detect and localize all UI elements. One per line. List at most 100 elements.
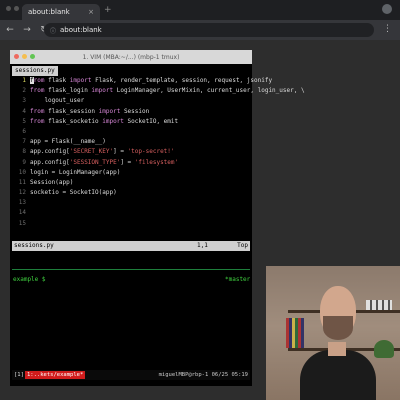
code-line[interactable]: 13: [12, 198, 250, 208]
text-cursor: f: [30, 77, 34, 84]
code-editor[interactable]: 1 from flask import Flask, render_templat…: [12, 76, 305, 240]
code-token: socketio = SocketIO(app): [30, 189, 117, 197]
line-number: 1: [22, 77, 26, 84]
tmux-session-label[interactable]: 1:..kets/example*: [25, 371, 86, 379]
person-shirt: [300, 350, 376, 400]
line-number: 8: [22, 148, 26, 156]
code-line[interactable]: 12 socketio = SocketIO(app): [12, 188, 250, 198]
line-number: 3: [22, 97, 26, 105]
code-token: Flask, render_template, session, request…: [91, 77, 273, 84]
code-token: app.config[: [30, 158, 70, 166]
code-line[interactable]: 11 Session(app): [12, 178, 250, 188]
person-neck: [328, 342, 346, 356]
code-line[interactable]: 10 login = LoginManager(app): [12, 168, 250, 178]
code-token: LoginManager, UserMixin, current_user, l…: [113, 87, 305, 95]
code-line[interactable]: 3 logout_user: [12, 96, 250, 106]
line-number: 9: [22, 158, 26, 166]
code-token: import: [69, 77, 92, 84]
tmux-pane-divider: [12, 269, 250, 270]
code-token: SocketIO, emit: [123, 117, 179, 125]
code-token: Session: [120, 107, 150, 115]
tmux-host-clock: miguelMBP@rbp-1 06/25 05:19: [159, 370, 248, 380]
tmux-right-text: miguelMBP@rbp-1 06/25 05:19: [158, 372, 248, 378]
code-token: from: [30, 77, 45, 84]
close-tab-icon[interactable]: ×: [88, 8, 94, 16]
code-token: app = Flask(__name__): [30, 138, 106, 146]
profile-icon[interactable]: [382, 4, 392, 14]
code-token: from: [30, 117, 45, 125]
line-number: 13: [18, 199, 26, 207]
code-token: 'SESSION_TYPE': [69, 158, 121, 166]
close-window-icon[interactable]: [14, 54, 19, 59]
line-number: 11: [18, 178, 26, 186]
code-line[interactable]: 5 from flask_socketio import SocketIO, em…: [12, 117, 250, 127]
code-line[interactable]: 15: [12, 219, 250, 229]
address-text: about:blank: [60, 26, 102, 34]
code-line[interactable]: 14: [12, 208, 250, 218]
code-token: Session(app): [30, 178, 74, 186]
line-number: 14: [18, 209, 26, 217]
browser-menu-icon[interactable]: ⋮: [383, 24, 392, 34]
maximize-window-icon[interactable]: [30, 54, 35, 59]
plant: [374, 340, 394, 358]
line-number: 12: [18, 189, 26, 197]
status-percent: Top: [237, 242, 248, 249]
forward-arrow-icon[interactable]: →: [20, 25, 34, 35]
terminal-window-controls[interactable]: [14, 54, 35, 59]
terminal-title: 1. VIM (MBA:~/...) (mbp-1 tmux): [82, 53, 180, 61]
code-line[interactable]: 7 app = Flask(__name__): [12, 137, 250, 147]
code-token: import: [98, 107, 121, 115]
line-number: 4: [22, 107, 26, 115]
new-tab-button[interactable]: +: [104, 5, 112, 15]
line-number: 2: [22, 87, 26, 95]
code-token: logout_user: [30, 97, 85, 105]
git-branch: *master: [225, 276, 251, 283]
code-token: flask: [44, 77, 70, 84]
line-number: 5: [22, 117, 26, 125]
books: [366, 300, 392, 310]
tab-title: about:blank: [28, 8, 70, 16]
code-line[interactable]: 4 from flask_session import Session: [12, 107, 250, 117]
terminal-titlebar: 1. VIM (MBA:~/...) (mbp-1 tmux): [10, 50, 252, 64]
code-token: flask_socketio: [44, 117, 103, 125]
code-token: 'filesystem': [134, 158, 179, 166]
browser-titlebar: about:blank × +: [0, 0, 400, 20]
code-line[interactable]: 8 app.config['SECRET_KEY'] = 'top-secret!…: [12, 147, 250, 157]
code-token: 'top-secret!': [127, 148, 175, 156]
tmux-status-bar: [1] 1:..kets/example* miguelMBP@rbp-1 06…: [12, 370, 250, 380]
person-beard: [323, 316, 353, 340]
code-line[interactable]: 1 from flask import Flask, render_templat…: [12, 76, 272, 86]
address-bar[interactable]: ⓘ about:blank: [44, 23, 374, 37]
vim-buffer-tab[interactable]: sessions.py: [12, 66, 58, 76]
code-line[interactable]: 9 app.config['SESSION_TYPE'] = 'filesyste…: [12, 158, 250, 168]
code-token: flask_login: [44, 87, 92, 95]
line-number: 10: [18, 168, 26, 176]
line-number: 7: [22, 138, 26, 146]
code-token: ] =: [120, 158, 135, 166]
status-filename: sessions.py: [14, 242, 54, 249]
back-arrow-icon[interactable]: ←: [3, 25, 17, 35]
presenter-webcam: [266, 266, 400, 400]
status-position: 1,1: [197, 242, 208, 249]
code-line[interactable]: 2 from flask_login import LoginManager, U…: [12, 86, 304, 96]
code-token: import: [91, 87, 114, 95]
code-token: flask_session: [44, 107, 99, 115]
minimize-window-icon[interactable]: [22, 54, 27, 59]
tmux-window-number: [1]: [14, 372, 24, 378]
line-number: 6: [22, 127, 26, 135]
line-number: 15: [18, 219, 26, 227]
code-token: ] =: [113, 148, 128, 156]
browser-tab[interactable]: about:blank ×: [22, 4, 100, 20]
code-token: from: [30, 107, 45, 115]
info-icon[interactable]: ⓘ: [50, 26, 56, 35]
shell-prompt[interactable]: example $: [13, 276, 46, 283]
code-token: app.config[: [30, 148, 70, 156]
code-token: from: [30, 87, 45, 95]
code-line[interactable]: 6: [12, 127, 250, 137]
browser-toolbar: ← → ↻ ⓘ about:blank ⋮: [0, 20, 400, 40]
code-token: import: [102, 117, 124, 125]
code-token: 'SECRET_KEY': [69, 148, 114, 156]
books: [286, 318, 304, 348]
vim-statusline: sessions.py 1,1 Top: [12, 241, 250, 251]
code-token: login = LoginManager(app): [30, 168, 121, 176]
